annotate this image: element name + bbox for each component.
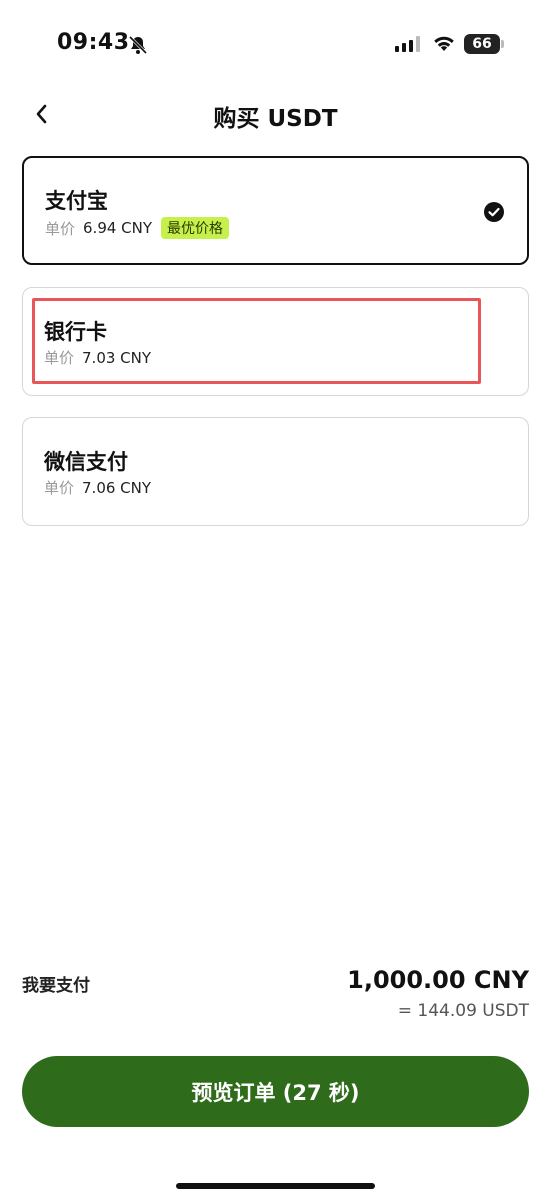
payment-option-name: 银行卡 — [44, 320, 107, 344]
payment-option-alipay[interactable]: 支付宝 单价 6.94 CNY 最优价格 — [22, 156, 529, 265]
price-label: 单价 — [45, 219, 76, 238]
best-price-badge: 最优价格 — [161, 217, 230, 239]
price-row: 单价 6.94 CNY 最优价格 — [45, 217, 230, 239]
page-title: 购买 USDT — [213, 106, 338, 132]
price-value: 7.06 CNY — [82, 478, 152, 497]
pay-label: 我要支付 — [22, 976, 90, 996]
payment-option-name: 微信支付 — [44, 450, 128, 474]
price-label: 单价 — [44, 479, 75, 497]
wifi-icon — [434, 36, 454, 51]
payment-option-bank-card[interactable]: 银行卡 单价 7.03 CNY — [22, 287, 529, 396]
price-label: 单价 — [44, 349, 75, 367]
status-time: 09:43 — [57, 30, 130, 55]
preview-order-button[interactable]: 预览订单 (27 秒) — [22, 1056, 529, 1127]
status-bar: 09:43 66 — [0, 0, 551, 90]
payment-option-wechat-pay[interactable]: 微信支付 单价 7.06 CNY — [22, 417, 529, 526]
price-value: 6.94 CNY — [83, 219, 153, 237]
price-row: 单价 7.03 CNY — [44, 347, 151, 368]
bell-off-icon — [128, 35, 148, 55]
signal-icon — [395, 36, 420, 52]
home-indicator — [176, 1183, 375, 1189]
price-row: 单价 7.06 CNY — [44, 477, 151, 498]
battery-level: 66 — [464, 34, 500, 54]
battery-icon: 66 — [464, 34, 504, 54]
price-value: 7.03 CNY — [82, 348, 152, 367]
pay-amount: 1,000.00 CNY — [347, 966, 529, 994]
payment-option-name: 支付宝 — [45, 189, 108, 213]
check-circle-icon — [484, 202, 504, 222]
usdt-equivalent: = 144.09 USDT — [397, 1001, 529, 1021]
